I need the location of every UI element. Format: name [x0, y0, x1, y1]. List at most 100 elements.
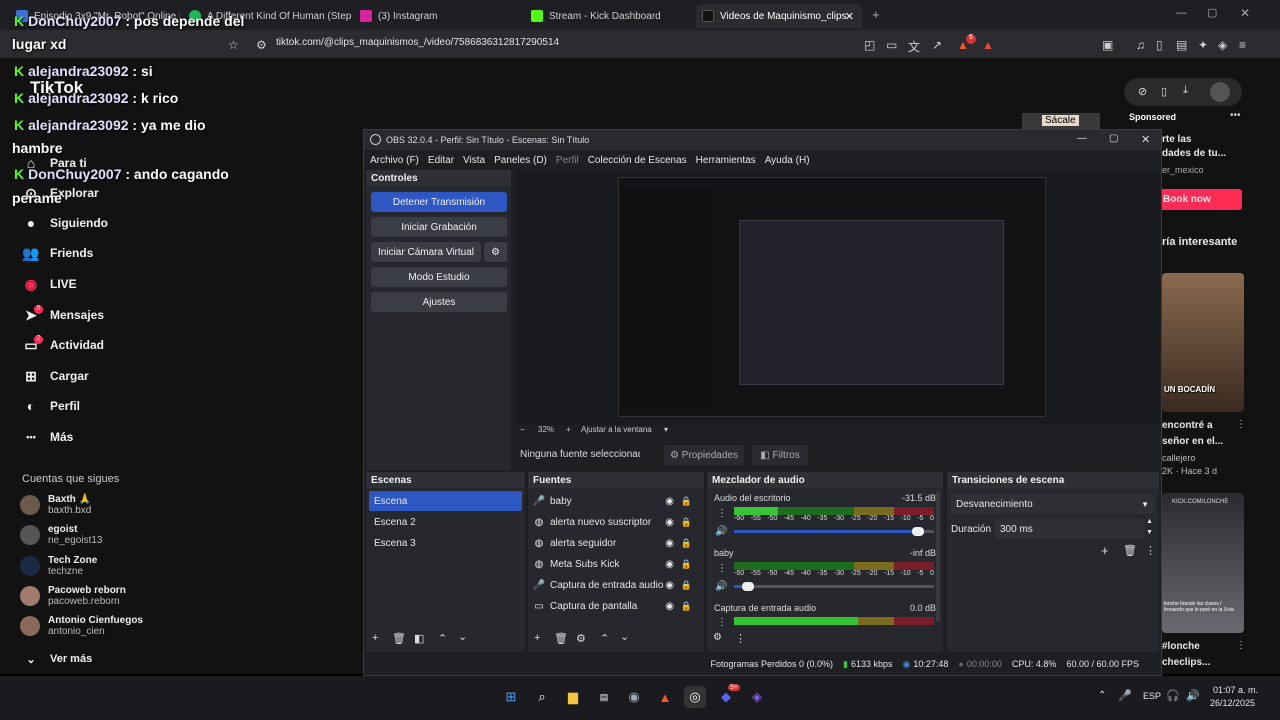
volume-handle[interactable]: [912, 527, 924, 536]
see-more-link[interactable]: ⌄ Ver más: [20, 648, 92, 670]
stop-streaming-button[interactable]: Detener Transmisión: [371, 192, 507, 212]
sidebar-icon[interactable]: ▯: [1156, 38, 1163, 52]
lock-icon[interactable]: 🔒: [681, 538, 692, 549]
nav-friends[interactable]: 👥 Friends: [20, 242, 93, 264]
eye-icon[interactable]: ◉: [665, 580, 674, 591]
start-icon[interactable]: ⊞: [500, 686, 522, 708]
gear-icon[interactable]: ⚙: [576, 632, 586, 645]
tab-instagram[interactable]: (3) Instagram: [354, 4, 522, 28]
trash-icon[interactable]: 🗑: [554, 632, 568, 645]
eye-icon[interactable]: ◉: [665, 496, 674, 507]
volume-slider[interactable]: [734, 527, 934, 536]
zoom-in-icon[interactable]: +: [566, 425, 571, 434]
chevron-up-icon[interactable]: ⌃: [438, 632, 447, 645]
preview-area[interactable]: [516, 170, 1160, 425]
more-options-icon[interactable]: •••: [1230, 110, 1241, 121]
preview-canvas[interactable]: [618, 177, 1046, 417]
duration-input[interactable]: 300 ms: [995, 519, 1145, 539]
microphone-icon[interactable]: 🎤: [1118, 689, 1132, 702]
headset-icon[interactable]: 🎧: [1166, 689, 1180, 702]
start-recording-button[interactable]: Iniciar Grabación: [371, 217, 507, 237]
add-transition-icon[interactable]: +: [1101, 543, 1109, 558]
search-icon[interactable]: ⌕: [531, 686, 553, 708]
chevron-down-icon[interactable]: ⌄: [458, 630, 467, 643]
more-options-icon[interactable]: ⋮: [1145, 544, 1156, 557]
stepper-down-icon[interactable]: ▼: [1146, 529, 1153, 536]
hwinfo-icon[interactable]: ▤: [593, 686, 615, 708]
source-item[interactable]: ◍ Meta Subs Kick ◉ 🔒: [532, 554, 698, 574]
more-options-icon[interactable]: ⋮: [1236, 640, 1246, 651]
fit-to-window-button[interactable]: Ajustar a la ventana: [581, 425, 652, 434]
video-title[interactable]: checlips...: [1162, 657, 1210, 668]
video-title[interactable]: #lonche: [1162, 641, 1200, 652]
lock-icon[interactable]: 🔒: [681, 496, 692, 507]
mixer-settings-icon[interactable]: ⚙: [713, 632, 722, 643]
lock-icon[interactable]: 🔒: [681, 559, 692, 570]
channel-options-icon[interactable]: ⋮: [717, 563, 727, 574]
cast-icon[interactable]: ◰: [864, 38, 875, 52]
add-scene-icon[interactable]: +: [372, 632, 378, 644]
start-virtual-camera-button[interactable]: Iniciar Cámara Virtual: [371, 242, 481, 262]
filters-button[interactable]: ◧ Filtros: [752, 445, 808, 465]
menu-ayuda[interactable]: Ayuda (H): [765, 155, 810, 166]
source-item[interactable]: 🎤 baby ◉ 🔒: [532, 491, 698, 511]
leo-ai-icon[interactable]: ✦: [1198, 38, 1208, 52]
close-tab-icon[interactable]: ✕: [845, 10, 854, 23]
settings-button[interactable]: Ajustes: [371, 292, 507, 312]
following-item[interactable]: Antonio Cienfuegos antonio_cien: [20, 615, 143, 637]
source-item[interactable]: ▭ Captura de pantalla ◉ 🔒: [532, 596, 698, 616]
trash-icon[interactable]: 🗑: [392, 632, 406, 645]
volume-handle[interactable]: [742, 582, 754, 591]
lock-icon[interactable]: 🔒: [681, 517, 692, 528]
video-title[interactable]: encontré a: [1162, 420, 1213, 431]
app-icon[interactable]: ◈: [746, 686, 768, 708]
menu-coleccion-escenas[interactable]: Colección de Escenas: [588, 155, 687, 166]
address-bar[interactable]: tiktok.com/@clips_maquinismos_/video/758…: [276, 37, 559, 48]
language-indicator[interactable]: ESP: [1143, 691, 1161, 701]
clock-time[interactable]: 01:07 a. m.: [1213, 685, 1258, 695]
chevron-down-icon[interactable]: ⌄: [620, 630, 629, 643]
menu-archivo[interactable]: Archivo (F): [370, 155, 419, 166]
menu-herramientas[interactable]: Herramientas: [696, 155, 756, 166]
chevron-up-icon[interactable]: ⌃: [600, 632, 609, 645]
nav-mas[interactable]: ••• Más: [20, 426, 73, 448]
scrollbar[interactable]: [936, 492, 940, 622]
menu-icon[interactable]: ≡: [1239, 38, 1246, 52]
channel-options-icon[interactable]: ⋮: [717, 617, 727, 628]
speaker-icon[interactable]: 🔊: [715, 526, 727, 537]
more-options-icon[interactable]: ⋮: [1236, 419, 1246, 430]
screen-icon[interactable]: ▭: [886, 38, 897, 52]
lock-icon[interactable]: 🔒: [681, 601, 692, 612]
site-info-icon[interactable]: ⚙: [256, 38, 267, 52]
source-item[interactable]: ◍ alerta nuevo suscriptor ◉ 🔒: [532, 512, 698, 532]
chevron-down-icon[interactable]: ▾: [664, 425, 668, 434]
eye-icon[interactable]: ◉: [665, 559, 674, 570]
reader-icon[interactable]: ▣: [1102, 38, 1113, 52]
phone-icon[interactable]: ▯: [1161, 85, 1167, 98]
studio-mode-button[interactable]: Modo Estudio: [371, 267, 507, 287]
filter-icon[interactable]: ◧: [414, 632, 424, 645]
translate-icon[interactable]: 文: [908, 38, 920, 55]
new-tab-button[interactable]: +: [872, 7, 880, 22]
nav-perfil[interactable]: ◐ Perfil: [20, 395, 80, 417]
virtual-camera-settings-icon[interactable]: ⚙: [484, 242, 507, 262]
eye-icon[interactable]: ◉: [665, 601, 674, 612]
scene-item[interactable]: Escena: [369, 491, 522, 511]
share-icon[interactable]: ↗: [932, 38, 942, 52]
menu-vista[interactable]: Vista: [463, 155, 485, 166]
close-window-icon[interactable]: ✕: [1141, 133, 1150, 146]
nav-live[interactable]: ◉ LIVE: [20, 273, 77, 295]
menu-paneles[interactable]: Paneles (D): [494, 155, 547, 166]
maximize-window-icon[interactable]: ▢: [1207, 6, 1217, 19]
minimize-window-icon[interactable]: —: [1077, 133, 1087, 144]
nav-cargar[interactable]: ⊞ Cargar: [20, 365, 89, 387]
properties-button[interactable]: ⚙ Propiedades: [664, 445, 744, 465]
scene-item[interactable]: Escena 3: [369, 533, 522, 553]
video-title[interactable]: señor en el...: [1162, 436, 1223, 447]
eye-icon[interactable]: ◉: [665, 517, 674, 528]
more-options-icon[interactable]: ⋮: [735, 632, 746, 645]
add-source-icon[interactable]: +: [534, 632, 540, 644]
tab-tiktok-active[interactable]: Videos de Maquinismo_clips ✕: [696, 4, 862, 28]
music-icon[interactable]: ♫: [1136, 38, 1145, 52]
stepper-up-icon[interactable]: ▲: [1146, 518, 1153, 525]
